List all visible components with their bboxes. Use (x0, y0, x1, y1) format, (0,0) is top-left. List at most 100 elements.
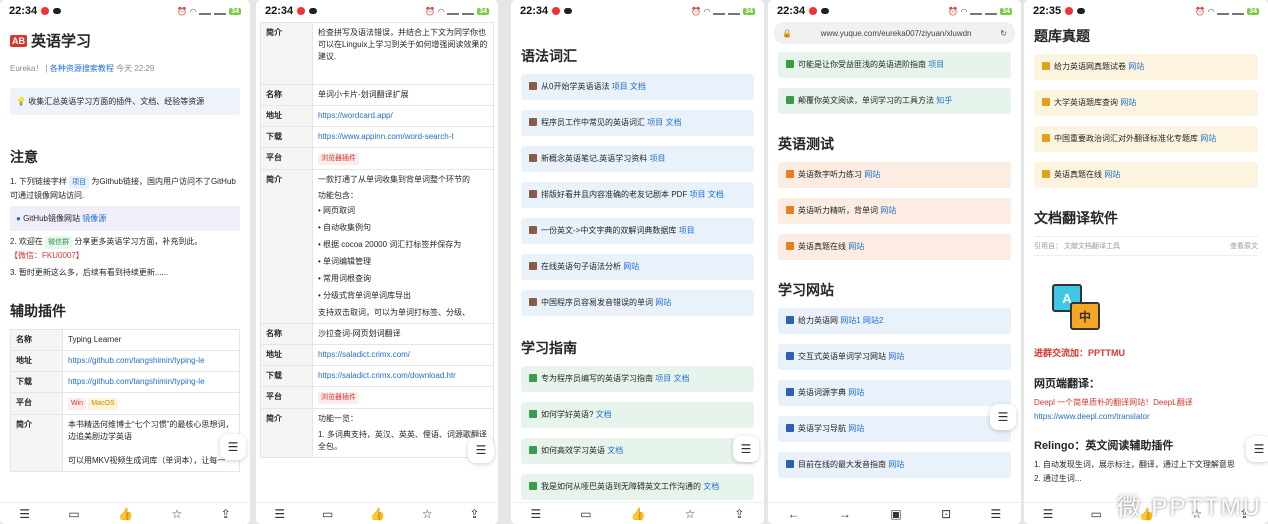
list-icon[interactable]: ☰ (531, 507, 542, 521)
website-link[interactable]: 网站 (864, 170, 880, 179)
list-icon[interactable]: ☰ (1043, 507, 1054, 521)
project-link[interactable]: 项目 (649, 154, 665, 163)
share-icon[interactable]: ⇪ (734, 507, 744, 521)
resource-card[interactable]: 给力英语网真题试卷 网站 (1034, 54, 1258, 80)
comment-icon[interactable]: ▭ (68, 507, 79, 521)
star-icon[interactable]: ☆ (172, 507, 183, 521)
cell-link[interactable]: https://saladict.crimx.com/ (312, 344, 494, 366)
comment-icon[interactable]: ▭ (580, 507, 591, 521)
resource-card[interactable]: 可能是让你受益匪浅的英语进阶指南 项目 (778, 52, 1011, 78)
doc-link[interactable]: 文档 (673, 374, 689, 383)
resource-card[interactable]: 在线英语句子语法分析 网站 (521, 254, 754, 280)
resource-card[interactable]: 从0开始学英语语法 项目 文档 (521, 74, 754, 100)
forward-icon[interactable]: → (839, 507, 851, 521)
resource-card[interactable]: 如何高效学习英语 文档 (521, 438, 754, 464)
mirror-link[interactable]: 镜像源 (82, 214, 106, 223)
bookmark-icon[interactable]: ⊡ (941, 507, 951, 521)
website-link[interactable]: 网站 (888, 460, 904, 469)
quote-bar[interactable]: 引用自： 文献文档翻译工具 查看原文 (1034, 236, 1258, 256)
resource-card[interactable]: 专为程序员编写的英语学习指南 项目 文档 (521, 366, 754, 392)
resource-card[interactable]: 如何学好英语? 文档 (521, 402, 754, 428)
doc-link[interactable]: 文档 (708, 190, 724, 199)
repo-link[interactable]: 各种资源搜索教程 (50, 64, 114, 73)
resource-card[interactable]: 英语词源字典 网站 (778, 380, 1011, 406)
doc-link[interactable]: 文档 (607, 446, 623, 455)
website-link[interactable]: 网站1 (840, 316, 860, 325)
toc-button[interactable]: ☰ (220, 434, 246, 460)
doc-link[interactable]: 文档 (665, 118, 681, 127)
resource-card[interactable]: 目前在线的最大发音指南 网站 (778, 452, 1011, 478)
resource-card[interactable]: 大学英语题库查询 网站 (1034, 90, 1258, 116)
tabs-icon[interactable]: ▣ (890, 507, 901, 521)
star-icon[interactable]: ☆ (422, 507, 433, 521)
comment-icon[interactable]: ▭ (1091, 507, 1102, 521)
cell-link[interactable]: https://saladict.crimx.com/download.htr (312, 365, 494, 387)
list-icon[interactable]: ☰ (19, 507, 30, 521)
project-link[interactable]: 项目 (928, 60, 944, 69)
website-link[interactable]: 网站 (655, 298, 671, 307)
project-link[interactable]: 项目 (647, 118, 663, 127)
toc-button[interactable]: ☰ (1246, 436, 1268, 462)
resource-card[interactable]: 给力英语网 网站1 网站2 (778, 308, 1011, 334)
deepl-link[interactable]: https://www.deepl.com/translator (1034, 412, 1258, 421)
project-link[interactable]: 项目 (689, 190, 705, 199)
website-link[interactable]: 网站2 (863, 316, 883, 325)
toc-button[interactable]: ☰ (990, 404, 1016, 430)
resource-card[interactable]: 英语听力精听，背单词 网站 (778, 198, 1011, 224)
project-tag[interactable]: 项目 (69, 176, 90, 189)
resource-card[interactable]: 英语学习导航 网站 (778, 416, 1011, 442)
author[interactable]: Eureka！ (10, 64, 43, 73)
view-source-link[interactable]: 查看原文 (1230, 241, 1258, 251)
resource-card[interactable]: 英语数字听力练习 网站 (778, 162, 1011, 188)
resource-card[interactable]: 交互式英语单词学习网站 网站 (778, 344, 1011, 370)
doc-link[interactable]: 文档 (630, 82, 646, 91)
list-icon[interactable]: ☰ (274, 507, 285, 521)
resource-card[interactable]: 英语真题在线 网站 (778, 234, 1011, 260)
resource-card[interactable]: 英语真题在线 网站 (1034, 162, 1258, 188)
like-icon[interactable]: 👍 (631, 507, 646, 521)
project-link[interactable]: 项目 (612, 82, 628, 91)
cell-link[interactable]: https://wordcard.app/ (312, 105, 494, 127)
wechat-group-tag[interactable]: 微信群 (45, 236, 73, 249)
resource-card[interactable]: 程序员工作中常见的英语词汇 项目 文档 (521, 110, 754, 136)
zhihu-link[interactable]: 知乎 (936, 96, 952, 105)
comment-icon[interactable]: ▭ (322, 507, 333, 521)
star-icon[interactable]: ☆ (685, 507, 696, 521)
website-link[interactable]: 网站 (623, 262, 639, 271)
like-icon[interactable]: 👍 (118, 507, 133, 521)
project-link[interactable]: 项目 (655, 374, 671, 383)
cell-link[interactable]: https://www.appinn.com/word-search-t (312, 126, 494, 148)
project-link[interactable]: 项目 (679, 226, 695, 235)
toc-button[interactable]: ☰ (733, 436, 759, 462)
share-icon[interactable]: ⇪ (469, 507, 479, 521)
doc-link[interactable]: 文档 (596, 410, 612, 419)
doc-link[interactable]: 文档 (703, 482, 719, 491)
resource-card[interactable]: 新概念英语笔记,英语学习资料 项目 (521, 146, 754, 172)
menu-icon[interactable]: ☰ (991, 507, 1002, 521)
resource-card[interactable]: 中国重要政治词汇对外翻译标准化专题库 网站 (1034, 126, 1258, 152)
resource-card[interactable]: 排版好看并且内容准确的老友记剧本 PDF 项目 文档 (521, 182, 754, 208)
share-icon[interactable]: ⇪ (221, 507, 231, 521)
website-link[interactable]: 网站 (848, 242, 864, 251)
refresh-icon[interactable]: ↻ (1000, 29, 1007, 38)
resource-card[interactable]: 颠覆你英文阅读，单词学习的工具方法 知乎 (778, 88, 1011, 114)
website-link[interactable]: 网站 (1128, 62, 1144, 71)
quote-source[interactable]: 文献文档翻译工具 (1064, 243, 1120, 250)
resource-card[interactable]: 中国程序员容易发音错误的单词 网站 (521, 290, 754, 316)
website-link[interactable]: 网站 (880, 206, 896, 215)
website-link[interactable]: 网站 (848, 388, 864, 397)
cell-link[interactable]: https://github.com/tangshimin/typing-le (62, 350, 240, 372)
cell-link[interactable]: https://github.com/tangshimin/typing-le (62, 371, 240, 393)
resource-card[interactable]: 我是如何从哑巴英语到无障碍英文工作沟通的 文档 (521, 474, 754, 500)
toc-button[interactable]: ☰ (468, 437, 494, 463)
website-link[interactable]: 网站 (1104, 170, 1120, 179)
website-link[interactable]: 网站 (848, 424, 864, 433)
back-icon[interactable]: ← (788, 507, 800, 521)
url-text[interactable]: www.yuque.com/eureka007/ziyuan/xluwdn (821, 29, 972, 38)
url-bar[interactable]: 🔒 www.yuque.com/eureka007/ziyuan/xluwdn ↻ (774, 22, 1015, 44)
website-link[interactable]: 网站 (1200, 134, 1216, 143)
like-icon[interactable]: 👍 (370, 507, 385, 521)
website-link[interactable]: 网站 (1120, 98, 1136, 107)
website-link[interactable]: 网站 (888, 352, 904, 361)
resource-card[interactable]: 一份英文->中文字典的双解词典数据库 项目 (521, 218, 754, 244)
